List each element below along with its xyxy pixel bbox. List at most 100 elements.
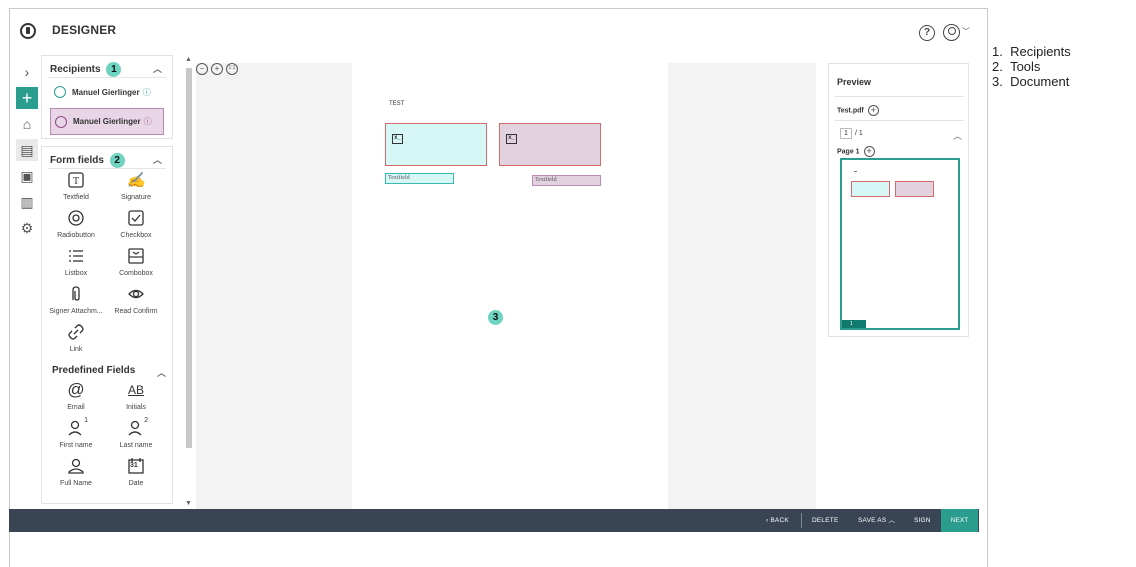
user-icon — [55, 115, 67, 128]
next-button[interactable]: NEXT — [941, 509, 978, 532]
tool-label: Signer Attachm... — [49, 308, 103, 315]
divider — [835, 120, 964, 121]
legend-list: 1. Recipients 2. Tools 3. Document — [992, 44, 1071, 89]
tool-email[interactable]: @ Email — [46, 380, 106, 419]
tool-combobox[interactable]: Combobox — [106, 247, 166, 285]
bottom-action-bar: ‹ BACK DELETE SAVE AS ︿ SIGN NEXT — [9, 509, 979, 532]
textfield-icon: T — [67, 171, 85, 189]
save-as-button[interactable]: SAVE AS ︿ — [858, 509, 895, 532]
zoom-out-icon[interactable]: − — [196, 63, 208, 75]
combobox-icon — [127, 247, 145, 265]
collapse-caret-icon[interactable]: ︿ — [153, 153, 162, 166]
radiobutton-icon — [67, 209, 85, 227]
calendar-icon: 31 — [127, 457, 145, 475]
info-icon[interactable]: ⓘ — [144, 116, 152, 127]
recipients-panel: Recipients 1 ︿ Manuel Gierlinger ⓘ Manue… — [41, 55, 173, 139]
recipient-item-selected[interactable]: Manuel Gierlinger ⓘ — [50, 108, 164, 135]
tool-listbox[interactable]: Listbox — [46, 247, 106, 285]
chevron-down-icon[interactable]: ﹀ — [962, 26, 970, 37]
tool-last-name[interactable]: 2 Last name — [106, 417, 166, 457]
scroll-thumb[interactable] — [186, 68, 192, 448]
signature-field-icon: x_ — [506, 134, 517, 144]
tool-label: Link — [69, 346, 83, 353]
document-icon[interactable]: ▤ — [16, 139, 38, 161]
zoom-fit-icon[interactable]: 1:1 — [226, 63, 238, 75]
user-icon — [67, 457, 85, 475]
thumbnail-field — [851, 181, 890, 197]
page-number-input[interactable]: 1 — [840, 128, 852, 139]
page-title: DESIGNER — [52, 23, 117, 37]
back-label: BACK — [770, 517, 789, 524]
scroll-down-icon[interactable]: ▼ — [185, 500, 192, 507]
recipients-title: Recipients — [50, 64, 101, 76]
tool-initials[interactable]: AB Initials — [106, 381, 166, 419]
signature-icon: ✍ — [126, 172, 146, 189]
textfield-placeholder[interactable]: Textfield — [385, 173, 454, 184]
recipients-header[interactable]: Recipients 1 ︿ — [48, 56, 166, 78]
home-icon[interactable]: ⌂ — [16, 113, 38, 135]
collapse-caret-icon[interactable]: ︿ — [953, 129, 962, 142]
recipients-badge: 1 — [106, 62, 122, 77]
thumbnail-text-mark — [854, 171, 857, 172]
form-fields-title: Form fields — [50, 155, 104, 167]
tool-signer-attachment[interactable]: Signer Attachm... — [46, 285, 106, 323]
tool-textfield[interactable]: T Textfield — [46, 171, 106, 209]
tool-first-name[interactable]: 1 First name — [46, 417, 106, 457]
tool-signature[interactable]: ✍ Signature — [106, 171, 166, 209]
tool-label: Checkbox — [120, 232, 152, 239]
save-icon[interactable]: ▣ — [16, 165, 38, 187]
tool-radiobutton[interactable]: Radiobutton — [46, 209, 106, 247]
page-thumbnail[interactable]: 1 — [840, 158, 960, 330]
tool-full-name[interactable]: Full Name — [46, 457, 106, 495]
recipient-item[interactable]: Manuel Gierlinger ⓘ — [50, 81, 164, 103]
expand-chevron-icon[interactable]: › — [16, 61, 38, 83]
form-fields-panel: Form fields 2 ︿ T Textfield ✍ Signature … — [41, 146, 173, 504]
predefined-grid: @ Email AB Initials 1 First name 2 Last … — [42, 379, 172, 495]
add-icon[interactable]: + — [16, 87, 38, 109]
user-menu-icon[interactable] — [943, 24, 960, 41]
legend-text: Recipients — [1010, 44, 1071, 59]
add-page-icon[interactable]: + — [863, 146, 875, 157]
recipient-name: Manuel Gierlinger — [72, 87, 140, 97]
signature-field[interactable]: x_ — [385, 123, 487, 166]
zoom-in-icon[interactable]: + — [211, 63, 223, 75]
preview-file: Test.pdf + — [837, 105, 879, 116]
info-icon[interactable]: ⓘ — [143, 87, 151, 98]
sign-button[interactable]: SIGN — [914, 509, 931, 532]
tool-label: Listbox — [64, 270, 88, 277]
scroll-up-icon[interactable]: ▲ — [185, 56, 192, 63]
user-2-icon: 2 — [127, 417, 148, 437]
tool-label: First name — [59, 442, 93, 449]
add-file-icon[interactable]: + — [867, 105, 879, 116]
initials-icon: AB — [127, 383, 144, 397]
back-button[interactable]: ‹ BACK — [766, 509, 789, 532]
document-text: TEST — [389, 101, 405, 107]
delete-button[interactable]: DELETE — [812, 509, 839, 532]
clipboard-icon[interactable]: ▥ — [16, 191, 38, 213]
thumbnail-field — [895, 181, 934, 197]
tool-date[interactable]: 31 Date — [106, 457, 166, 495]
tool-checkbox[interactable]: Checkbox — [106, 209, 166, 247]
tool-label: Textfield — [63, 194, 89, 201]
calendar-day: 31 — [130, 462, 138, 469]
tool-read-confirm[interactable]: Read Confirm — [106, 285, 166, 323]
textfield-placeholder[interactable]: Textfield — [532, 175, 601, 186]
preview-panel: Preview Test.pdf + 1/ 1 ︿ Page 1 + 1 — [828, 63, 969, 337]
tool-link[interactable]: Link — [46, 323, 106, 361]
predefined-fields-header[interactable]: Predefined Fields ︿ — [42, 363, 172, 379]
collapse-caret-icon[interactable]: ︿ — [153, 62, 162, 75]
attachment-icon — [67, 285, 85, 303]
screenshot-frame: DESIGNER ? ﹀ › + ⌂ ▤ ▣ ▥ ⚙ Recipients 1 … — [0, 0, 1136, 567]
signature-field[interactable]: x_ — [499, 123, 601, 166]
link-icon — [67, 323, 85, 341]
tool-label: Full Name — [60, 480, 92, 487]
collapse-caret-icon[interactable]: ︿ — [157, 366, 166, 379]
help-icon[interactable]: ? — [919, 25, 935, 41]
form-fields-header[interactable]: Form fields 2 ︿ — [48, 147, 166, 169]
settings-icon[interactable]: ⚙ — [16, 217, 38, 239]
tools-scrollbar[interactable]: ▲ ▼ — [184, 56, 194, 507]
sidebar-nav: › + ⌂ ▤ ▣ ▥ ⚙ — [16, 61, 38, 243]
page-label: Page 1 + — [837, 146, 875, 157]
legend-item: 1. Recipients — [992, 44, 1071, 59]
page-label-text: Page 1 — [837, 148, 860, 156]
